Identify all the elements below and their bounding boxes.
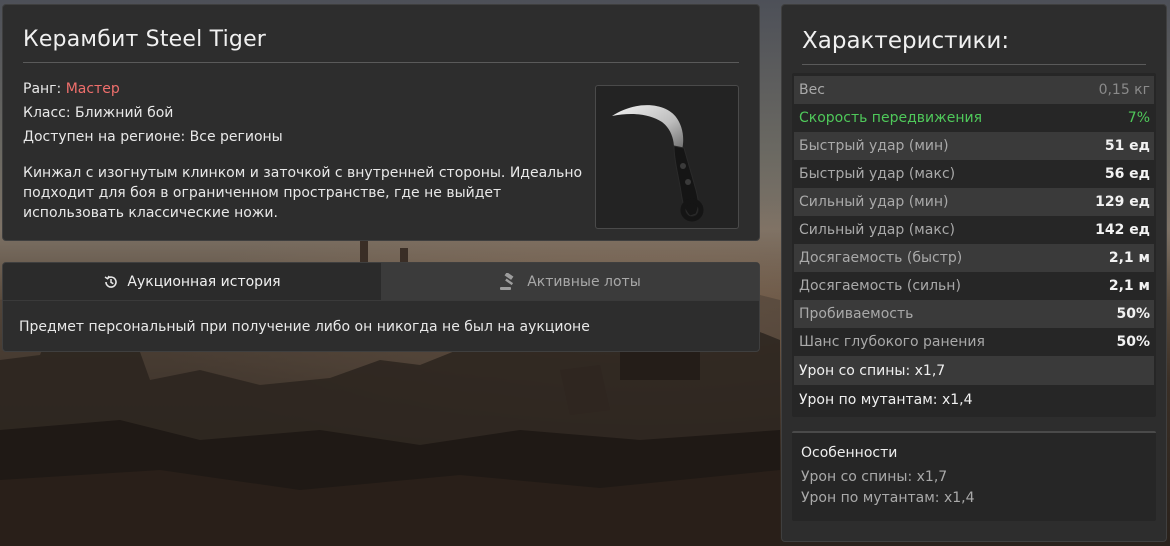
rank-label: Ранг: bbox=[23, 81, 62, 97]
stat-label: Вес bbox=[799, 82, 825, 98]
gavel-icon bbox=[500, 272, 514, 290]
tab-active-lots-label: Активные лоты bbox=[527, 273, 641, 290]
stat-row-mutant-damage: Урон по мутантам: x1,4 bbox=[794, 385, 1154, 414]
tab-auction-history-label: Аукционная история bbox=[127, 273, 281, 290]
stat-row-backstab: Урон со спины: x1,7 bbox=[794, 356, 1154, 385]
history-icon bbox=[104, 275, 118, 288]
stat-label: Досягаемость (сильн) bbox=[799, 278, 961, 294]
history-message: Предмет персональный при получение либо … bbox=[3, 300, 759, 351]
karambit-knife-image bbox=[612, 105, 704, 222]
characteristics-title: Характеристики: bbox=[802, 5, 1146, 65]
stat-row-reach-heavy: Досягаемость (сильн) 2,1 м bbox=[794, 272, 1154, 300]
stat-row-heavy-min: Сильный удар (мин) 129 ед bbox=[794, 188, 1154, 216]
features-title: Особенности bbox=[801, 445, 898, 461]
stat-row-quick-max: Быстрый удар (макс) 56 ед bbox=[794, 160, 1154, 188]
item-title: Керамбит Steel Tiger bbox=[23, 27, 739, 63]
stat-label: Скорость передвижения bbox=[799, 110, 982, 126]
stat-row-heavy-max: Сильный удар (макс) 142 ед bbox=[794, 216, 1154, 244]
stat-value: 129 ед bbox=[1095, 194, 1150, 210]
stat-value: 50% bbox=[1116, 306, 1150, 322]
item-info-panel: Керамбит Steel Tiger Ранг: Мастер Класс:… bbox=[2, 4, 760, 241]
feature-line: Урон по мутантам: x1,4 bbox=[801, 490, 975, 506]
features-block: Особенности Урон со спины: x1,7 Урон по … bbox=[792, 431, 1156, 521]
stat-value: 7% bbox=[1127, 110, 1150, 126]
stat-label: Сильный удар (мин) bbox=[799, 194, 949, 210]
stat-label: Урон со спины: x1,7 bbox=[799, 362, 946, 379]
stat-value: 2,1 м bbox=[1108, 278, 1150, 294]
stat-label: Досягаемость (быстр) bbox=[799, 250, 963, 266]
stat-row-move-speed: Скорость передвижения 7% bbox=[794, 104, 1154, 132]
item-body: Ранг: Мастер Класс: Ближний бой Доступен… bbox=[23, 77, 739, 229]
item-image-frame bbox=[595, 85, 739, 229]
stat-value: 51 ед bbox=[1104, 138, 1150, 154]
stat-row-reach-quick: Досягаемость (быстр) 2,1 м bbox=[794, 244, 1154, 272]
stat-value: 50% bbox=[1116, 334, 1150, 350]
stat-value: 142 ед bbox=[1095, 222, 1150, 238]
stat-label: Пробиваемость bbox=[799, 306, 914, 322]
stats-table: Вес 0,15 кг Скорость передвижения 7% Быс… bbox=[792, 73, 1156, 417]
tab-active-lots[interactable]: Активные лоты bbox=[381, 263, 759, 300]
stat-row-weight: Вес 0,15 кг bbox=[794, 76, 1154, 104]
stat-value: 2,1 м bbox=[1108, 250, 1150, 266]
feature-line: Урон со спины: x1,7 bbox=[801, 469, 948, 485]
stat-label: Быстрый удар (макс) bbox=[799, 166, 956, 182]
stat-label: Быстрый удар (мин) bbox=[799, 138, 949, 154]
stat-row-penetration: Пробиваемость 50% bbox=[794, 300, 1154, 328]
characteristics-panel: Характеристики: Вес 0,15 кг Скорость пер… bbox=[781, 4, 1167, 542]
rank-value: Мастер bbox=[65, 81, 120, 97]
stat-row-quick-min: Быстрый удар (мин) 51 ед bbox=[794, 132, 1154, 160]
history-tabs: Аукционная история Активные лоты bbox=[3, 263, 759, 300]
stat-value: 56 ед bbox=[1104, 166, 1150, 182]
tab-auction-history[interactable]: Аукционная история bbox=[3, 263, 381, 300]
stat-label: Шанс глубокого ранения bbox=[799, 334, 985, 350]
stat-label: Урон по мутантам: x1,4 bbox=[799, 391, 973, 408]
item-description: Кинжал с изогнутым клинком и заточкой с … bbox=[23, 165, 583, 221]
stat-label: Сильный удар (макс) bbox=[799, 222, 955, 238]
auction-history-panel: Аукционная история Активные лоты Предмет… bbox=[2, 262, 760, 352]
stat-row-bleed-chance: Шанс глубокого ранения 50% bbox=[794, 328, 1154, 356]
stat-value: 0,15 кг bbox=[1098, 82, 1150, 98]
